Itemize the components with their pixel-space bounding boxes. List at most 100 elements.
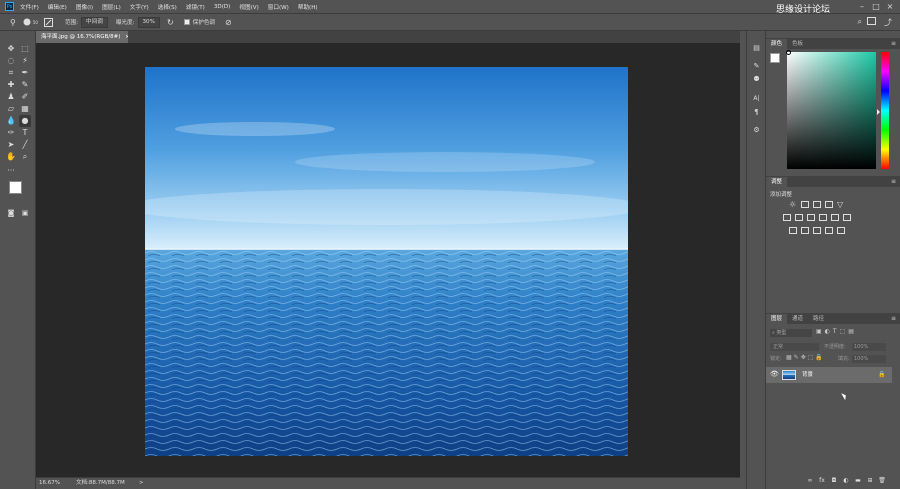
color-picker-field[interactable] — [787, 52, 876, 169]
brush-icon[interactable]: ✎ — [19, 79, 31, 91]
invert-icon[interactable] — [789, 227, 797, 234]
pen-icon[interactable]: ✑ — [5, 127, 17, 139]
posterize-icon[interactable] — [801, 227, 809, 234]
brightness-icon[interactable]: ☼ — [789, 201, 797, 209]
hue-slider-handle[interactable] — [877, 109, 880, 115]
history-brush-icon[interactable]: ✐ — [19, 91, 31, 103]
quick-mask-icon[interactable]: ◙ — [5, 207, 17, 219]
path-select-icon[interactable]: ➤ — [5, 139, 17, 151]
maximize-icon[interactable]: □ — [870, 1, 882, 12]
zoom-icon[interactable]: ⌕ — [19, 151, 31, 163]
opacity-input[interactable]: 100% — [852, 343, 886, 351]
minimize-icon[interactable]: – — [856, 1, 868, 12]
sponge-tool-icon[interactable]: ⚲ — [10, 18, 16, 27]
adjustment-icon[interactable]: ◐ — [840, 477, 852, 484]
panel-menu-icon[interactable]: ≡ — [891, 40, 896, 47]
selective-color-icon[interactable] — [837, 227, 845, 234]
tab-color[interactable]: 颜色 — [766, 39, 788, 49]
blur-icon[interactable]: 💧 — [5, 115, 17, 127]
exposure-icon[interactable] — [825, 201, 833, 208]
layer-row[interactable]: 👁 背景 🔒 — [766, 367, 892, 383]
channel-mixer-icon[interactable] — [831, 214, 839, 221]
clone-source-icon[interactable]: ⚉ — [751, 74, 762, 84]
panel-menu-icon[interactable]: ≡ — [891, 178, 896, 185]
levels-icon[interactable] — [801, 201, 809, 208]
zoom-level[interactable]: 16.67% — [39, 478, 60, 489]
lasso-icon[interactable]: ◌ — [5, 55, 17, 67]
color-picker-cursor[interactable] — [786, 50, 791, 55]
foreground-color-swatch[interactable] — [9, 181, 22, 194]
healing-icon[interactable]: ✚ — [5, 79, 17, 91]
photo-filter-icon[interactable] — [819, 214, 827, 221]
airbrush-icon[interactable]: ↻ — [167, 18, 174, 27]
eyedropper-icon[interactable]: ✒ — [19, 67, 31, 79]
link-icon[interactable]: ∞ — [804, 477, 816, 484]
curves-icon[interactable] — [813, 201, 821, 208]
fill-input[interactable]: 100% — [852, 355, 886, 363]
magic-wand-icon[interactable]: ⚡ — [19, 55, 31, 67]
close-window-icon[interactable]: × — [884, 1, 896, 12]
trash-icon[interactable]: 🗑 — [876, 477, 888, 484]
color-balance-icon[interactable] — [795, 214, 803, 221]
blend-mode-select[interactable]: 正常 — [770, 343, 819, 351]
menu-help[interactable]: 帮助(H) — [298, 3, 318, 11]
vibrance-icon[interactable]: ▽ — [837, 201, 845, 209]
protect-tones-checkbox[interactable]: 保护色调 — [183, 18, 215, 26]
group-icon[interactable]: ▬ — [852, 477, 864, 484]
color-lookup-icon[interactable] — [843, 214, 851, 221]
move-icon[interactable]: ✥ — [5, 43, 17, 55]
menu-view[interactable]: 视图(V) — [239, 3, 258, 11]
status-menu-arrow[interactable]: > — [139, 478, 144, 489]
tab-swatches[interactable]: 色板 — [787, 39, 808, 49]
panel-menu-icon[interactable]: ≡ — [891, 315, 896, 322]
fx-icon[interactable]: fx — [816, 477, 828, 484]
stamp-icon[interactable]: ♟ — [5, 91, 17, 103]
tab-layers[interactable]: 图层 — [766, 314, 788, 324]
layer-name[interactable]: 背景 — [802, 370, 813, 380]
lock-icons[interactable]: ▦✎✥⬚🔒 — [786, 354, 825, 361]
menu-file[interactable]: 文件(F) — [20, 3, 39, 11]
properties-icon[interactable]: ⚙ — [751, 125, 762, 135]
menu-3d[interactable]: 3D(D) — [214, 4, 231, 10]
screen-mode-icon[interactable]: ▣ — [19, 207, 31, 219]
menu-select[interactable]: 选择(S) — [158, 3, 177, 11]
menu-layer[interactable]: 图层(L) — [102, 3, 121, 11]
brush-settings-icon[interactable]: ✎ — [751, 61, 762, 71]
layer-filter-icons[interactable]: ▣◐T⬚▤ — [816, 328, 857, 335]
eye-icon[interactable]: 👁 — [770, 370, 779, 378]
hue-slider[interactable] — [881, 52, 889, 169]
history-panel-icon[interactable]: ▤ — [751, 43, 762, 53]
type-icon[interactable]: T — [19, 127, 31, 139]
line-icon[interactable]: ╱ — [19, 139, 31, 151]
brush-preset-picker[interactable]: 50 — [22, 17, 38, 27]
paragraph-panel-icon[interactable]: ¶ — [751, 107, 762, 117]
more-icon[interactable]: ··· — [5, 165, 17, 177]
search-icon[interactable]: ⌕ — [858, 17, 862, 27]
workspace-icon[interactable] — [867, 17, 876, 25]
gradient-icon[interactable]: ▦ — [19, 103, 31, 115]
character-panel-icon[interactable]: A| — [751, 94, 762, 104]
menu-window[interactable]: 窗口(W) — [268, 3, 289, 11]
eraser-icon[interactable]: ▱ — [5, 103, 17, 115]
hand-icon[interactable]: ✋ — [5, 151, 17, 163]
tab-adjustments[interactable]: 调整 — [766, 177, 788, 187]
menu-type[interactable]: 文字(Y) — [130, 3, 149, 11]
menu-edit[interactable]: 编辑(E) — [48, 3, 67, 11]
tab-paths[interactable]: 路径 — [808, 314, 829, 324]
new-layer-icon[interactable]: ⊞ — [864, 477, 876, 484]
crop-icon[interactable]: ⌗ — [5, 67, 17, 79]
threshold-icon[interactable] — [813, 227, 821, 234]
marquee-icon[interactable]: ⬚ — [19, 43, 31, 55]
black-white-icon[interactable] — [807, 214, 815, 221]
exposure-input[interactable]: 30% — [137, 16, 160, 28]
share-icon[interactable]: ⤴ — [884, 17, 892, 28]
color-fg-swatch[interactable] — [770, 53, 780, 63]
pressure-icon[interactable]: ⊘ — [225, 18, 232, 27]
menu-filter[interactable]: 滤镜(T) — [186, 3, 205, 11]
range-select[interactable]: 中间调 — [81, 16, 108, 28]
document-tab[interactable]: 海平面.jpg @ 16.7%(RGB/8#) × — [36, 31, 130, 43]
tab-channels[interactable]: 通道 — [787, 314, 808, 324]
menu-image[interactable]: 图像(I) — [76, 3, 93, 11]
hue-saturation-icon[interactable] — [783, 214, 791, 221]
brush-panel-icon[interactable] — [43, 17, 53, 27]
